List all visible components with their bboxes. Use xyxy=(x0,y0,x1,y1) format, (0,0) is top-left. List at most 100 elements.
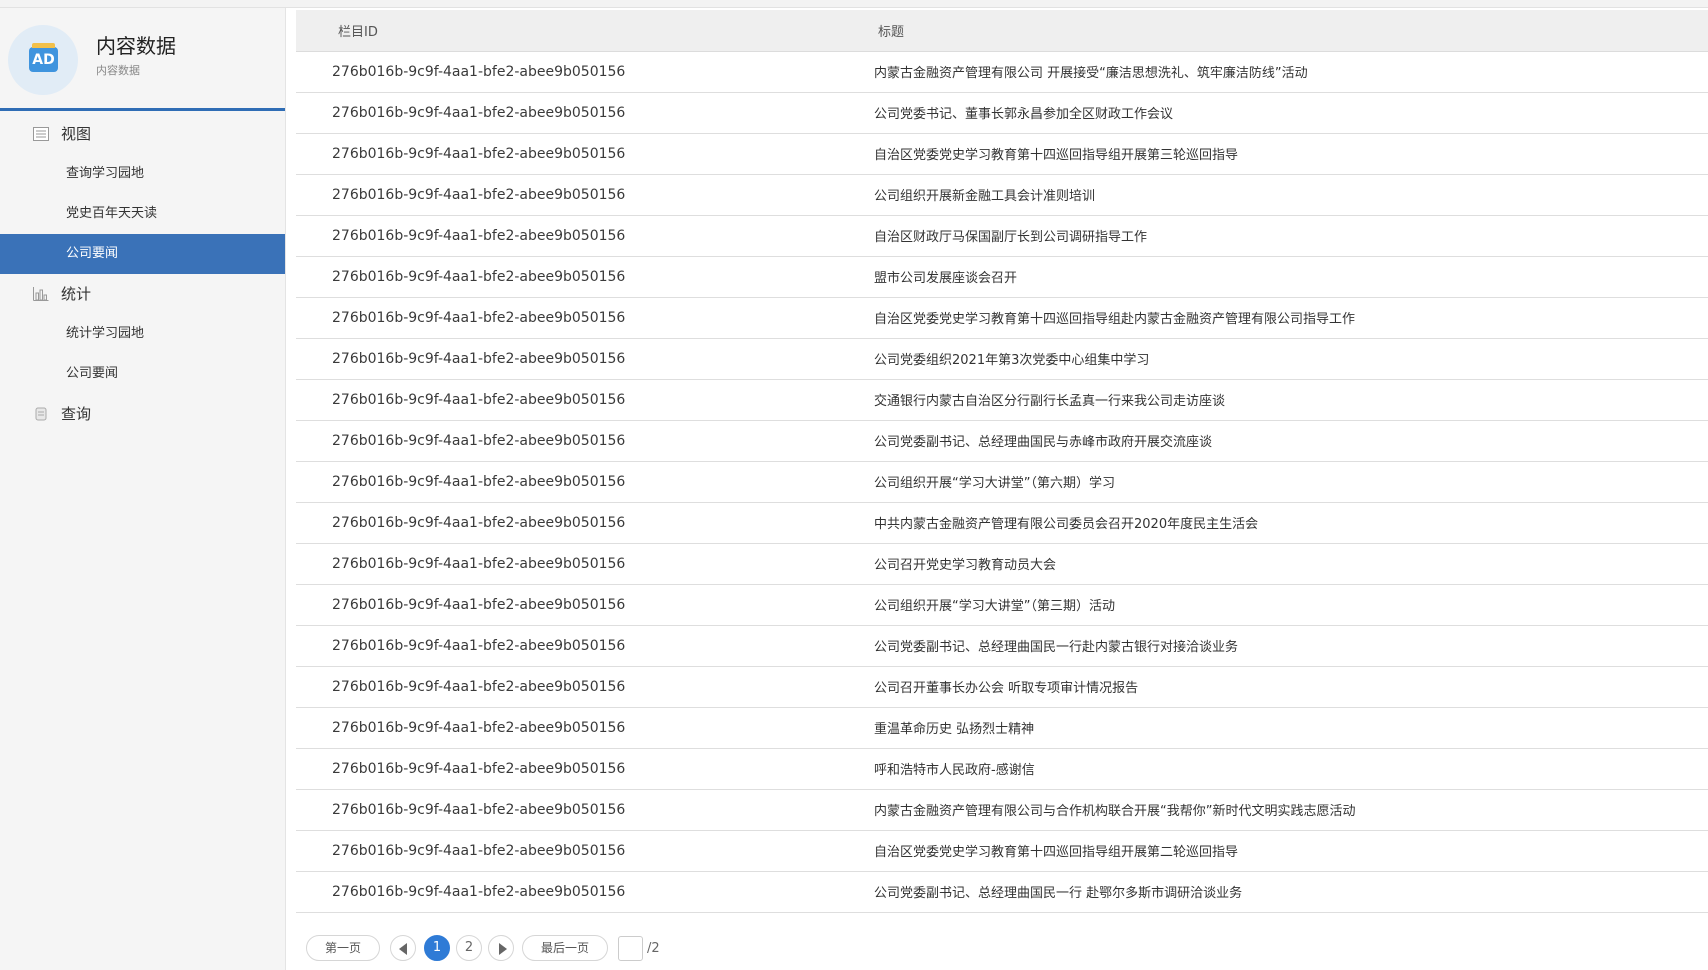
table-header-row: 栏目ID 标题 xyxy=(296,10,1708,52)
cell-title[interactable]: 公司党委书记、董事长郭永昌参加全区财政工作会议 xyxy=(838,92,1708,134)
table-row[interactable]: 276b016b-9c9f-4aa1-bfe2-abee9b050156 呼和浩特… xyxy=(296,748,1708,790)
menu-group-query[interactable]: 查询 xyxy=(0,394,285,434)
table-row[interactable]: 276b016b-9c9f-4aa1-bfe2-abee9b050156 公司组织… xyxy=(296,584,1708,626)
menu-group-view-label: 视图 xyxy=(61,125,92,143)
table-body: 276b016b-9c9f-4aa1-bfe2-abee9b050156 内蒙古金… xyxy=(296,51,1708,913)
sidebar-item-party-history-daily[interactable]: 党史百年天天读 xyxy=(0,194,285,234)
table-row[interactable]: 276b016b-9c9f-4aa1-bfe2-abee9b050156 盟市公司… xyxy=(296,256,1708,298)
cell-column-id: 276b016b-9c9f-4aa1-bfe2-abee9b050156 xyxy=(296,256,838,298)
cell-title[interactable]: 公司组织开展新金融工具会计准则培训 xyxy=(838,174,1708,216)
page-2-button[interactable]: 2 xyxy=(456,935,483,961)
cell-title[interactable]: 公司党委副书记、总经理曲国民与赤峰市政府开展交流座谈 xyxy=(838,420,1708,462)
table-row[interactable]: 276b016b-9c9f-4aa1-bfe2-abee9b050156 自治区党… xyxy=(296,830,1708,872)
cell-title[interactable]: 内蒙古金融资产管理有限公司与合作机构联合开展“我帮你”新时代文明实践志愿活动 xyxy=(838,789,1708,831)
table-row[interactable]: 276b016b-9c9f-4aa1-bfe2-abee9b050156 中共内蒙… xyxy=(296,502,1708,544)
table-row[interactable]: 276b016b-9c9f-4aa1-bfe2-abee9b050156 自治区党… xyxy=(296,297,1708,339)
sidebar-menu: 视图 查询学习园地 党史百年天天读 公司要闻 统计 统计学习园地 公司要闻 查询 xyxy=(0,111,285,434)
table-row[interactable]: 276b016b-9c9f-4aa1-bfe2-abee9b050156 自治区党… xyxy=(296,133,1708,175)
cell-title[interactable]: 自治区党委党史学习教育第十四巡回指导组开展第二轮巡回指导 xyxy=(838,830,1708,872)
sidebar-item-query-study-garden[interactable]: 查询学习园地 xyxy=(0,154,285,194)
sidebar-item-stats-company-news[interactable]: 公司要闻 xyxy=(0,354,285,394)
cell-title[interactable]: 公司召开党史学习教育动员大会 xyxy=(838,543,1708,585)
cell-title[interactable]: 盟市公司发展座谈会召开 xyxy=(838,256,1708,298)
first-page-button[interactable]: 第一页 xyxy=(306,935,381,961)
content-area: 栏目ID 标题 276b016b-9c9f-4aa1-bfe2-abee9b05… xyxy=(296,10,1708,970)
table-row[interactable]: 276b016b-9c9f-4aa1-bfe2-abee9b050156 自治区财… xyxy=(296,215,1708,257)
app-subtitle: 内容数据 xyxy=(96,64,140,77)
next-page-button[interactable] xyxy=(488,935,515,961)
table-row[interactable]: 276b016b-9c9f-4aa1-bfe2-abee9b050156 公司组织… xyxy=(296,174,1708,216)
prev-arrow-icon xyxy=(399,943,408,955)
table-row[interactable]: 276b016b-9c9f-4aa1-bfe2-abee9b050156 公司召开… xyxy=(296,666,1708,708)
app-logo: AD xyxy=(8,25,78,95)
cell-column-id: 276b016b-9c9f-4aa1-bfe2-abee9b050156 xyxy=(296,789,838,831)
cell-title[interactable]: 公司党委组织2021年第3次党委中心组集中学习 xyxy=(838,338,1708,380)
table-row[interactable]: 276b016b-9c9f-4aa1-bfe2-abee9b050156 交通银行… xyxy=(296,379,1708,421)
top-border xyxy=(0,0,1708,8)
sidebar-item-stats-study-garden[interactable]: 统计学习园地 xyxy=(0,314,285,354)
cell-column-id: 276b016b-9c9f-4aa1-bfe2-abee9b050156 xyxy=(296,625,838,667)
cell-column-id: 276b016b-9c9f-4aa1-bfe2-abee9b050156 xyxy=(296,461,838,503)
column-header-id[interactable]: 栏目ID xyxy=(296,10,838,52)
cell-title[interactable]: 公司组织开展“学习大讲堂”（第三期）活动 xyxy=(838,584,1708,626)
cell-column-id: 276b016b-9c9f-4aa1-bfe2-abee9b050156 xyxy=(296,420,838,462)
page-total: /2 xyxy=(647,940,660,956)
table-row[interactable]: 276b016b-9c9f-4aa1-bfe2-abee9b050156 公司党委… xyxy=(296,871,1708,913)
menu-group-stats[interactable]: 统计 xyxy=(0,274,285,314)
cell-column-id: 276b016b-9c9f-4aa1-bfe2-abee9b050156 xyxy=(296,174,838,216)
table-row[interactable]: 276b016b-9c9f-4aa1-bfe2-abee9b050156 重温革命… xyxy=(296,707,1708,749)
cell-column-id: 276b016b-9c9f-4aa1-bfe2-abee9b050156 xyxy=(296,666,838,708)
cell-column-id: 276b016b-9c9f-4aa1-bfe2-abee9b050156 xyxy=(296,830,838,872)
sidebar-item-company-news[interactable]: 公司要闻 xyxy=(0,234,285,274)
cell-column-id: 276b016b-9c9f-4aa1-bfe2-abee9b050156 xyxy=(296,502,838,544)
cell-title[interactable]: 中共内蒙古金融资产管理有限公司委员会召开2020年度民主生活会 xyxy=(838,502,1708,544)
next-arrow-icon xyxy=(499,943,508,955)
prev-page-button[interactable] xyxy=(390,935,417,961)
menu-group-query-label: 查询 xyxy=(61,405,92,423)
table-row[interactable]: 276b016b-9c9f-4aa1-bfe2-abee9b050156 公司召开… xyxy=(296,543,1708,585)
cell-column-id: 276b016b-9c9f-4aa1-bfe2-abee9b050156 xyxy=(296,338,838,380)
view-list-icon xyxy=(33,127,49,141)
cell-column-id: 276b016b-9c9f-4aa1-bfe2-abee9b050156 xyxy=(296,584,838,626)
table-row[interactable]: 276b016b-9c9f-4aa1-bfe2-abee9b050156 公司党委… xyxy=(296,420,1708,462)
cell-column-id: 276b016b-9c9f-4aa1-bfe2-abee9b050156 xyxy=(296,51,838,93)
cell-column-id: 276b016b-9c9f-4aa1-bfe2-abee9b050156 xyxy=(296,133,838,175)
query-icon xyxy=(35,407,47,421)
table-row[interactable]: 276b016b-9c9f-4aa1-bfe2-abee9b050156 公司党委… xyxy=(296,92,1708,134)
brand-header: AD 内容数据 内容数据 xyxy=(0,8,285,111)
logo-badge: AD xyxy=(29,43,58,72)
cell-title[interactable]: 交通银行内蒙古自治区分行副行长孟真一行来我公司走访座谈 xyxy=(838,379,1708,421)
table-row[interactable]: 276b016b-9c9f-4aa1-bfe2-abee9b050156 公司党委… xyxy=(296,338,1708,380)
cell-title[interactable]: 呼和浩特市人民政府-感谢信 xyxy=(838,748,1708,790)
app-title: 内容数据 xyxy=(96,34,176,58)
cell-title[interactable]: 公司党委副书记、总经理曲国民一行 赴鄂尔多斯市调研洽谈业务 xyxy=(838,871,1708,913)
sidebar: AD 内容数据 内容数据 视图 查询学习园地 党史百年天天读 公司要闻 统计 统… xyxy=(0,8,286,970)
cell-title[interactable]: 内蒙古金融资产管理有限公司 开展接受“廉洁思想洗礼、筑牢廉洁防线”活动 xyxy=(838,51,1708,93)
menu-group-view[interactable]: 视图 xyxy=(0,114,285,154)
column-header-title[interactable]: 标题 xyxy=(838,10,1708,52)
cell-title[interactable]: 自治区党委党史学习教育第十四巡回指导组开展第三轮巡回指导 xyxy=(838,133,1708,175)
page-1-button[interactable]: 1 xyxy=(424,935,451,961)
cell-title[interactable]: 自治区党委党史学习教育第十四巡回指导组赴内蒙古金融资产管理有限公司指导工作 xyxy=(838,297,1708,339)
last-page-button[interactable]: 最后一页 xyxy=(522,935,609,961)
cell-title[interactable]: 公司党委副书记、总经理曲国民一行赴内蒙古银行对接洽谈业务 xyxy=(838,625,1708,667)
bar-chart-icon xyxy=(33,287,49,301)
cell-column-id: 276b016b-9c9f-4aa1-bfe2-abee9b050156 xyxy=(296,215,838,257)
table-row[interactable]: 276b016b-9c9f-4aa1-bfe2-abee9b050156 内蒙古金… xyxy=(296,51,1708,93)
pagination: 第一页 1 2 最后一页 /2 xyxy=(306,934,660,962)
cell-title[interactable]: 自治区财政厅马保国副厅长到公司调研指导工作 xyxy=(838,215,1708,257)
table-row[interactable]: 276b016b-9c9f-4aa1-bfe2-abee9b050156 公司组织… xyxy=(296,461,1708,503)
cell-column-id: 276b016b-9c9f-4aa1-bfe2-abee9b050156 xyxy=(296,379,838,421)
table-row[interactable]: 276b016b-9c9f-4aa1-bfe2-abee9b050156 内蒙古金… xyxy=(296,789,1708,831)
cell-column-id: 276b016b-9c9f-4aa1-bfe2-abee9b050156 xyxy=(296,707,838,749)
cell-column-id: 276b016b-9c9f-4aa1-bfe2-abee9b050156 xyxy=(296,92,838,134)
cell-column-id: 276b016b-9c9f-4aa1-bfe2-abee9b050156 xyxy=(296,543,838,585)
news-table: 栏目ID 标题 276b016b-9c9f-4aa1-bfe2-abee9b05… xyxy=(296,10,1708,913)
cell-column-id: 276b016b-9c9f-4aa1-bfe2-abee9b050156 xyxy=(296,748,838,790)
cell-title[interactable]: 公司召开董事长办公会 听取专项审计情况报告 xyxy=(838,666,1708,708)
cell-title[interactable]: 重温革命历史 弘扬烈士精神 xyxy=(838,707,1708,749)
cell-column-id: 276b016b-9c9f-4aa1-bfe2-abee9b050156 xyxy=(296,871,838,913)
page-number-input[interactable] xyxy=(618,935,644,961)
cell-title[interactable]: 公司组织开展“学习大讲堂”（第六期）学习 xyxy=(838,461,1708,503)
table-row[interactable]: 276b016b-9c9f-4aa1-bfe2-abee9b050156 公司党委… xyxy=(296,625,1708,667)
